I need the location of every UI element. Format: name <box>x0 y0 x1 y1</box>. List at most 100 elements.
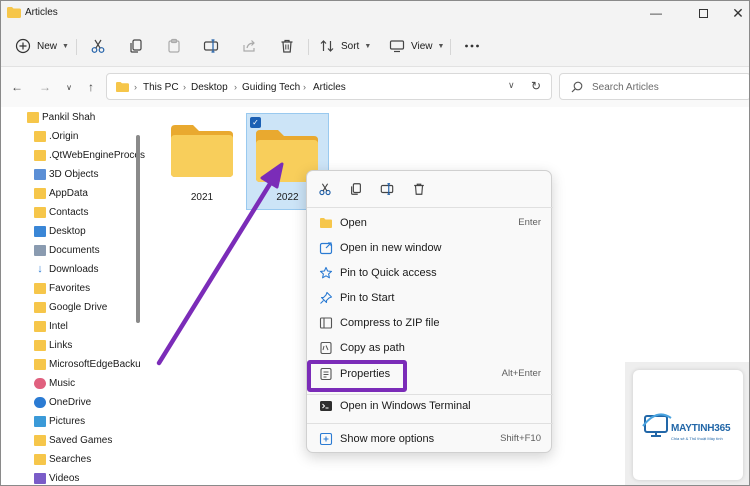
menu-item-label: Pin to Start <box>340 292 395 304</box>
cut-icon <box>319 183 331 196</box>
chevron-down-icon: ▼ <box>364 42 372 50</box>
sidebar-item[interactable]: OneDrive <box>1 393 147 412</box>
sidebar-item[interactable]: Saved Games <box>1 431 147 450</box>
sidebar-item[interactable]: Google Drive <box>1 298 147 317</box>
sidebar-item-label: AppData <box>49 188 88 199</box>
menu-item-label: Show more options <box>340 433 435 445</box>
sidebar-item-label: Favorites <box>49 283 91 294</box>
menu-item-show-more-options[interactable]: Show more options Shift+F10 <box>311 427 549 451</box>
history-chevron-icon[interactable]: ∨ <box>508 80 515 91</box>
sidebar-item[interactable]: Links <box>1 336 147 355</box>
sidebar-item-label: Intel <box>49 321 68 332</box>
sidebar-item[interactable]: Videos <box>1 469 147 485</box>
more-icon <box>465 44 479 48</box>
menu-item-open-in-new-window[interactable]: Open in new window <box>311 236 549 260</box>
menu-item-pin-to-quick-access[interactable]: Pin to Quick access <box>311 261 549 285</box>
sidebar-item[interactable]: Contacts <box>1 203 147 222</box>
folder-icon <box>34 321 46 332</box>
close-button[interactable]: ✕ <box>719 1 749 25</box>
view-button[interactable]: View ▼ <box>389 35 444 57</box>
sidebar-item[interactable]: .Origin <box>1 127 147 146</box>
folder-icon <box>7 7 21 18</box>
menu-item-open-in-windows-terminal[interactable]: Open in Windows Terminal <box>311 394 549 418</box>
new-button[interactable]: New ▼ <box>15 35 69 57</box>
search-box[interactable]: Search Articles <box>559 73 749 100</box>
chevron-right-icon: › <box>234 82 237 92</box>
sidebar-item-label: Pictures <box>49 416 86 427</box>
sidebar-item[interactable]: Intel <box>1 317 147 336</box>
sidebar-item-label: Searches <box>49 454 92 465</box>
sidebar-item[interactable]: MicrosoftEdgeBacku <box>1 355 147 374</box>
command-bar: New ▼ Sort ▼ View ▼ <box>1 25 749 67</box>
sidebar-item[interactable]: ↓ Downloads <box>1 260 147 279</box>
sidebar-item[interactable]: AppData <box>1 184 147 203</box>
folder-icon <box>34 340 46 351</box>
menu-item-compress-to-zip-file[interactable]: Compress to ZIP file <box>311 311 549 335</box>
sidebar-item-label: Downloads <box>49 264 99 275</box>
folder-item-2021[interactable]: 2021 <box>167 123 237 203</box>
context-cut-button[interactable] <box>317 181 333 197</box>
sidebar-item[interactable]: Desktop <box>1 222 147 241</box>
menu-item-pin-to-start[interactable]: Pin to Start <box>311 286 549 310</box>
documents-icon <box>34 245 46 256</box>
forward-button[interactable]: → <box>37 79 53 95</box>
more-options-button[interactable] <box>464 35 480 57</box>
sidebar-item[interactable]: Searches <box>1 450 147 469</box>
sort-button[interactable]: Sort ▼ <box>319 35 371 57</box>
sidebar-item[interactable]: Pankil Shah <box>1 108 147 127</box>
watermark: MAYTINH365 Chia sẻ & Thủ thuật Máy tính <box>625 362 749 485</box>
sidebar-item-label: Links <box>49 340 73 351</box>
context-rename-button[interactable] <box>379 181 395 197</box>
folder-icon <box>34 283 46 294</box>
share-button[interactable] <box>241 35 257 57</box>
divider <box>308 39 309 55</box>
menu-item-copy-as-path[interactable]: Copy as path <box>311 336 549 360</box>
sidebar-item[interactable]: .QtWebEngineProces <box>1 146 147 165</box>
folder-icon <box>27 112 39 123</box>
cut-button[interactable] <box>90 35 106 57</box>
context-copy-button[interactable] <box>348 181 364 197</box>
maximize-button[interactable] <box>684 1 722 25</box>
recent-locations-button[interactable]: ∨ <box>61 79 77 95</box>
chevron-right-icon: › <box>183 82 186 92</box>
sidebar-item[interactable]: 3D Objects <box>1 165 147 184</box>
sidebar-item-label: Documents <box>49 245 100 256</box>
sidebar-item[interactable]: Favorites <box>1 279 147 298</box>
menu-item-label: Compress to ZIP file <box>340 317 440 329</box>
sidebar-item-label: Music <box>49 378 76 389</box>
chevron-right-icon: › <box>134 82 137 92</box>
divider <box>450 39 451 55</box>
delete-icon <box>281 39 293 53</box>
refresh-icon[interactable]: ↻ <box>531 79 541 93</box>
menu-item-open[interactable]: Open Enter <box>311 211 549 235</box>
chevron-down-icon: ▼ <box>62 42 69 50</box>
checkbox-checked-icon[interactable]: ✓ <box>250 117 261 128</box>
paste-button[interactable] <box>166 35 182 57</box>
context-delete-button[interactable] <box>411 181 427 197</box>
view-icon <box>389 40 405 53</box>
copy-icon <box>130 39 142 53</box>
sidebar-item[interactable]: Pictures <box>1 412 147 431</box>
address-bar[interactable]: › This PC › Desktop › Guiding Tech › Art… <box>106 73 552 100</box>
sidebar-scrollbar[interactable] <box>136 135 140 323</box>
download-icon: ↓ <box>37 263 43 275</box>
terminal-icon <box>319 399 333 413</box>
sidebar-item[interactable]: Music <box>1 374 147 393</box>
minimize-button[interactable]: — <box>637 1 675 25</box>
breadcrumb-guiding-tech[interactable]: Guiding Tech <box>242 82 300 93</box>
delete-button[interactable] <box>279 35 295 57</box>
copy-button[interactable] <box>128 35 144 57</box>
search-input[interactable]: Search Articles <box>592 82 659 93</box>
breadcrumb-articles[interactable]: Articles <box>313 82 346 93</box>
new-label: New <box>37 40 58 52</box>
folder-icon <box>34 207 46 218</box>
arrow-up-icon: ↑ <box>88 80 94 94</box>
sidebar-item[interactable]: Documents <box>1 241 147 260</box>
rename-button[interactable] <box>203 35 219 57</box>
breadcrumb-this-pc[interactable]: This PC <box>143 82 179 93</box>
breadcrumb-desktop[interactable]: Desktop <box>191 82 228 93</box>
paste-icon <box>168 38 180 53</box>
more-options-icon <box>319 432 333 446</box>
up-button[interactable]: ↑ <box>83 79 99 95</box>
back-button[interactable]: ← <box>9 79 25 95</box>
